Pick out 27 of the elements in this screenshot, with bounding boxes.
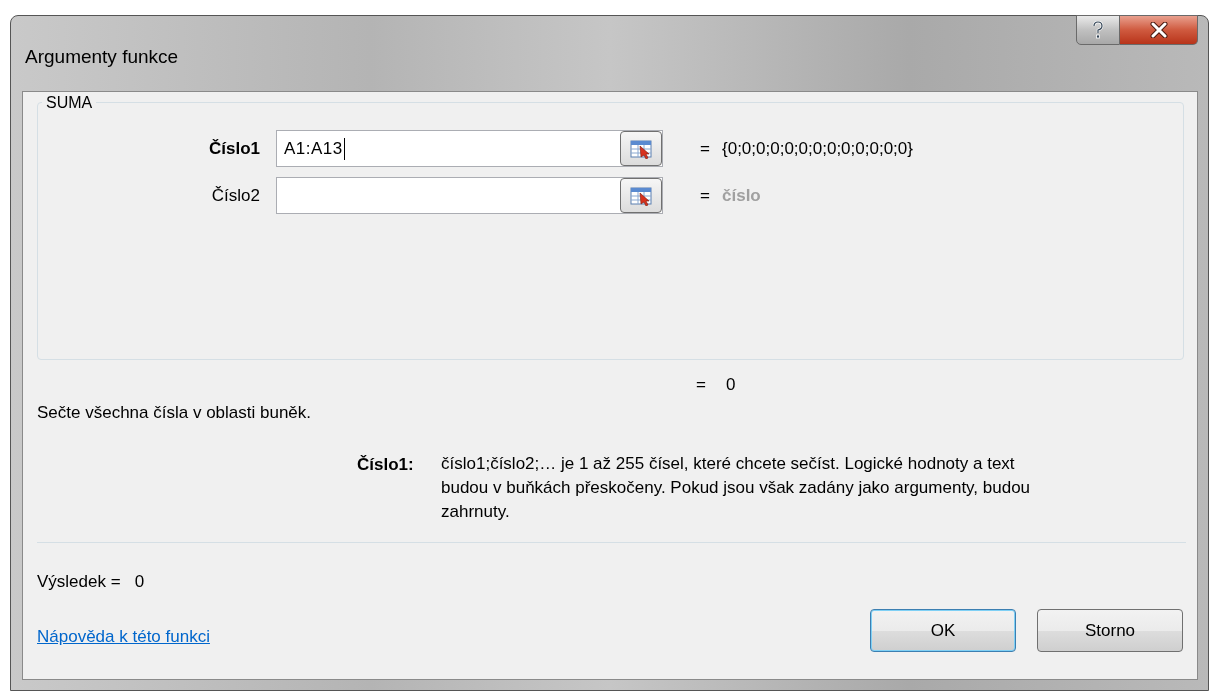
help-button[interactable] [1076, 15, 1120, 45]
argument-label: Číslo2 [210, 185, 261, 206]
argument-label: Číslo1 [207, 138, 261, 159]
range-select-button[interactable] [620, 178, 662, 213]
cancel-button[interactable]: Storno [1037, 609, 1183, 652]
help-icon [1091, 21, 1105, 39]
equals-sign: = [700, 138, 711, 159]
argument-result: {0;0;0;0;0;0;0;0;0;0;0;0;0} [722, 138, 913, 159]
result-label: Výsledek = [37, 572, 121, 592]
argument-label: Číslo1: [357, 455, 415, 476]
close-button[interactable] [1120, 15, 1198, 45]
argument-field[interactable] [276, 177, 663, 214]
result-value: 0 [134, 572, 145, 592]
formula-result: 0 [725, 375, 736, 395]
range-select-icon [630, 185, 652, 206]
equals-sign: = [696, 375, 706, 395]
range-select-icon [630, 138, 652, 159]
argument-field[interactable]: A1:A13 [276, 130, 663, 167]
help-link[interactable]: Nápověda k této funkci [37, 626, 210, 647]
ok-button[interactable]: OK [870, 609, 1016, 652]
argument-result: číslo [722, 185, 761, 206]
window-title: Argumenty funkce [25, 45, 179, 68]
close-icon [1149, 22, 1168, 38]
equals-sign: = [700, 185, 711, 206]
function-description: Sečte všechna čísla v oblasti buněk. [37, 403, 313, 424]
argument-description: číslo1;číslo2;… je 1 až 255 čísel, které chcete sečíst. Logické hodnoty a text budou v buňkách přeskočeny. Pokud jsou však zadány jako argumenty, budou zahrnuty. [441, 453, 1032, 523]
range-select-button[interactable] [620, 131, 662, 166]
